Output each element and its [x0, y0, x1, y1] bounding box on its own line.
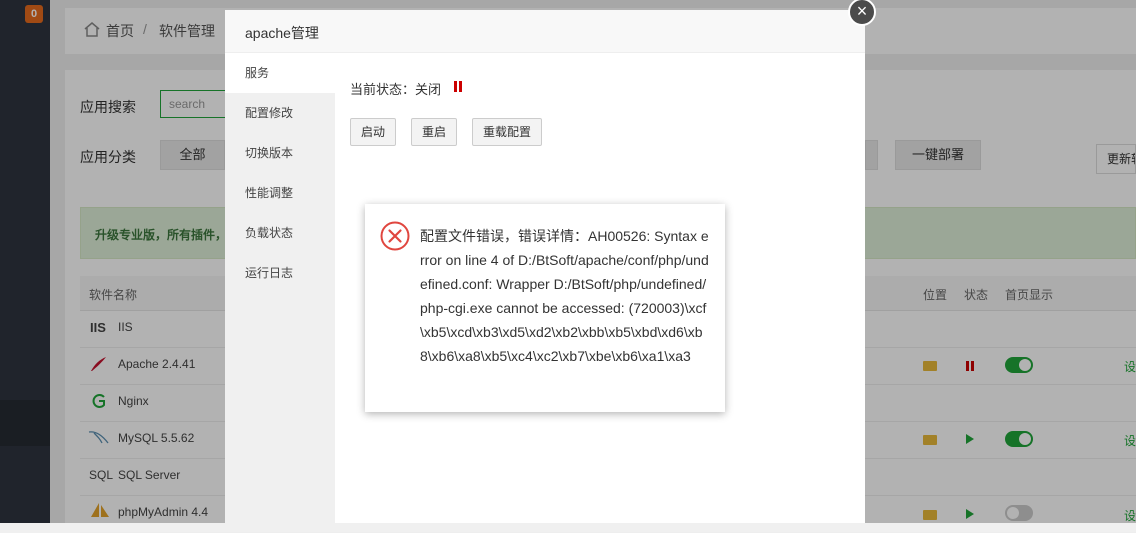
nav-run-log[interactable]: 运行日志: [225, 253, 335, 293]
start-button[interactable]: 启动: [350, 118, 396, 146]
error-x-icon: [380, 221, 410, 251]
modal-nav: 服务 配置修改 切换版本 性能调整 负载状态 运行日志: [225, 53, 335, 523]
reload-config-button[interactable]: 重载配置: [472, 118, 542, 146]
modal-header: apache管理: [225, 10, 865, 53]
modal-title: apache管理: [245, 25, 319, 41]
nav-performance[interactable]: 性能调整: [225, 173, 335, 213]
error-message: 配置文件错误，错误详情：AH00526: Syntax error on lin…: [420, 228, 709, 364]
nav-switch-version[interactable]: 切换版本: [225, 133, 335, 173]
nav-config-edit[interactable]: 配置修改: [225, 93, 335, 133]
nav-load-status[interactable]: 负载状态: [225, 213, 335, 253]
nav-service[interactable]: 服务: [225, 53, 335, 93]
error-dialog: 配置文件错误，错误详情：AH00526: Syntax error on lin…: [365, 204, 725, 412]
current-status: 当前状态：关闭: [350, 82, 442, 97]
restart-button[interactable]: 重启: [411, 118, 457, 146]
stopped-status-icon: [454, 81, 462, 92]
